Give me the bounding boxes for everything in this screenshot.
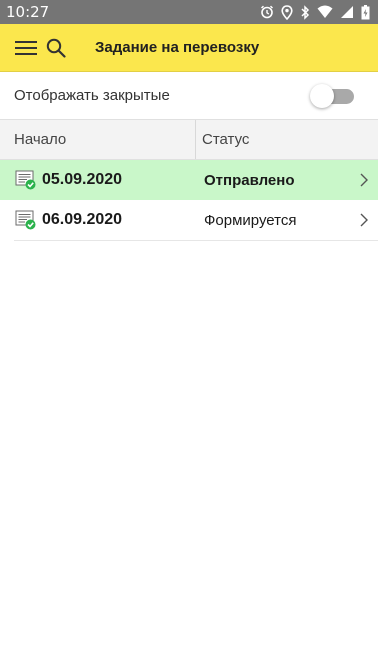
row-status: Отправлено — [204, 171, 295, 189]
search-button[interactable] — [42, 24, 70, 72]
show-closed-row: Отображать закрытые — [0, 72, 378, 119]
status-time: 10:27 — [6, 3, 50, 21]
table-header: Начало Статус — [0, 119, 378, 160]
status-icons — [260, 4, 370, 20]
show-closed-label: Отображать закрытые — [14, 87, 170, 104]
row-start-date: 06.09.2020 — [42, 211, 123, 228]
row-start-date: 05.09.2020 — [42, 171, 123, 188]
chevron-right-icon — [354, 200, 374, 240]
signal-icon — [340, 5, 354, 19]
battery-icon — [361, 4, 370, 20]
column-header-status[interactable]: Статус — [196, 120, 378, 159]
document-checked-icon — [15, 209, 37, 231]
app-header: Задание на перевозку — [0, 24, 378, 72]
wifi-icon — [317, 5, 333, 19]
page-title: Задание на перевозку — [95, 39, 260, 56]
hamburger-menu-icon — [15, 40, 37, 55]
toggle-thumb — [310, 83, 334, 108]
chevron-right-icon — [354, 160, 374, 200]
row-divider — [14, 240, 378, 241]
table-row[interactable]: 05.09.2020 Отправлено — [0, 160, 378, 200]
document-checked-icon — [15, 169, 37, 191]
column-header-start[interactable]: Начало — [0, 120, 196, 159]
show-closed-toggle[interactable] — [310, 82, 356, 110]
location-icon — [281, 4, 293, 20]
row-status: Формируется — [204, 211, 297, 229]
alarm-icon — [260, 5, 274, 19]
search-icon — [46, 38, 66, 58]
bluetooth-icon — [300, 4, 310, 20]
table-row[interactable]: 06.09.2020 Формируется — [0, 200, 378, 240]
status-bar: 10:27 — [0, 0, 378, 24]
